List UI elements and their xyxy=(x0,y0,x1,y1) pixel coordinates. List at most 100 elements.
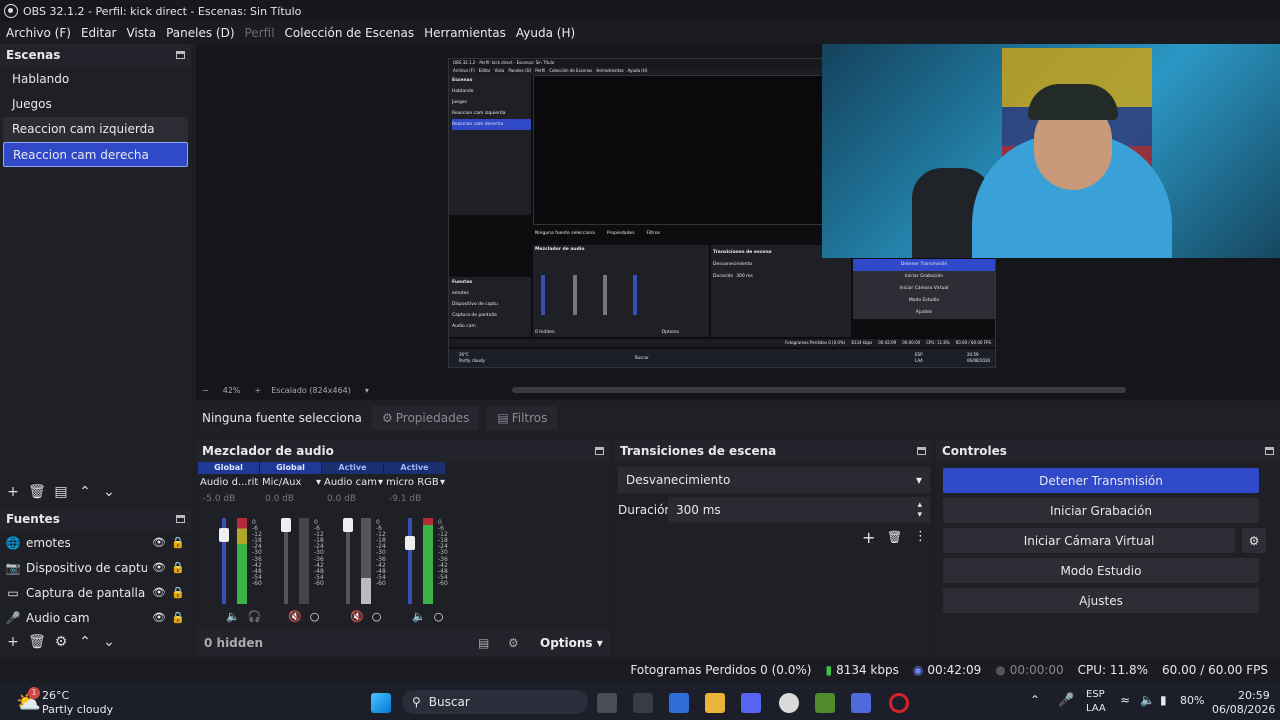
layout-icon[interactable]: ▤ xyxy=(478,636,489,650)
trash-icon[interactable]: 🗑 xyxy=(887,530,902,544)
roblox-icon[interactable] xyxy=(851,693,871,713)
add-icon[interactable]: + xyxy=(6,484,20,500)
eye-icon[interactable]: 👁 xyxy=(152,536,166,550)
task-view-icon[interactable] xyxy=(597,693,617,713)
scene-item-selected[interactable]: Reaccion cam derecha xyxy=(3,142,188,167)
chevron-down-icon[interactable]: ▾ xyxy=(365,386,369,395)
channel-name-row[interactable]: Audio cam ▾ xyxy=(322,477,383,488)
duration-input[interactable]: 300 ms ▴ ▾ xyxy=(668,497,930,523)
source-item[interactable]: ▭ Captura de pantalla 👁 🔒 xyxy=(0,580,191,605)
menu-ayuda[interactable]: Ayuda (H) xyxy=(516,26,575,40)
lock-icon[interactable]: 🔒 xyxy=(171,561,185,575)
speaker-icon[interactable]: 🔈 xyxy=(412,610,426,623)
menu-coleccion[interactable]: Colección de Escenas xyxy=(285,26,415,40)
monitor-off-icon[interactable]: ○ xyxy=(310,610,320,623)
clock-date[interactable]: 06/08/2026 xyxy=(1212,703,1275,716)
zoom-out-icon[interactable]: − xyxy=(202,386,209,395)
transition-select[interactable]: Desvanecimiento ▾ xyxy=(618,467,930,493)
chevron-down-icon[interactable]: ⌄ xyxy=(102,484,116,500)
scene-item[interactable]: Reaccion cam izquierda xyxy=(3,117,188,142)
undock-icon[interactable] xyxy=(176,515,185,523)
inner-lang2: LAA xyxy=(915,358,923,363)
add-icon[interactable]: + xyxy=(6,634,20,650)
preview-canvas[interactable]: OBS 32.1.2 - Perfil: kick direct - Escen… xyxy=(196,44,1280,400)
chevron-up-icon[interactable]: ⌃ xyxy=(78,634,92,650)
menu-archivo[interactable]: Archivo (F) xyxy=(6,26,71,40)
monitor-off-icon[interactable]: ○ xyxy=(434,610,444,623)
language-layout[interactable]: LAA xyxy=(1086,703,1106,714)
slider-knob[interactable] xyxy=(281,518,291,532)
obs-app-icon[interactable] xyxy=(633,693,653,713)
volume-icon[interactable]: 🔈 xyxy=(1140,693,1155,707)
menu-vista[interactable]: Vista xyxy=(126,26,156,40)
mixer-footer: 0 hidden ▤ ⚙ Options ▾ xyxy=(196,630,610,656)
trash-icon[interactable]: 🗑 xyxy=(28,484,46,500)
microphone-icon[interactable]: 🎤 xyxy=(1058,693,1074,708)
options-button[interactable]: Options ▾ xyxy=(540,636,603,650)
start-virtual-camera-button[interactable]: Iniciar Cámara Virtual xyxy=(943,528,1235,553)
spinner-icon[interactable]: ▴ ▾ xyxy=(917,500,922,520)
undock-icon[interactable] xyxy=(595,447,604,455)
muted-speaker-icon[interactable]: 🔇 xyxy=(350,610,364,623)
source-item[interactable]: 🎤 Audio cam 👁 🔒 xyxy=(0,605,191,630)
source-item[interactable]: 📷 Dispositivo de captu 👁 🔒 xyxy=(0,555,191,580)
menu-perfil[interactable]: Perfil xyxy=(245,26,275,40)
scene-item[interactable]: Hablando xyxy=(3,67,188,92)
channel-name-row[interactable]: Audio d...ritorio▾ xyxy=(198,477,259,488)
clock-time[interactable]: 20:59 xyxy=(1238,689,1270,702)
trash-icon[interactable]: 🗑 xyxy=(28,634,46,650)
horizontal-scrollbar[interactable] xyxy=(512,387,1126,393)
filter-icon[interactable]: ▤ xyxy=(54,484,68,500)
lock-icon[interactable]: 🔒 xyxy=(171,611,185,625)
chevron-up-icon[interactable]: ⌃ xyxy=(1030,693,1040,707)
slider-knob[interactable] xyxy=(343,518,353,532)
editor-app-icon[interactable] xyxy=(669,693,689,713)
battery-icon[interactable]: ▮ xyxy=(1160,693,1167,707)
minecraft-icon[interactable] xyxy=(815,693,835,713)
volume-slider[interactable] xyxy=(408,518,412,604)
menu-herramientas[interactable]: Herramientas xyxy=(424,26,506,40)
slider-knob[interactable] xyxy=(219,528,229,543)
muted-speaker-icon[interactable]: 🔇 xyxy=(288,610,302,623)
eye-icon[interactable]: 👁 xyxy=(152,561,166,575)
lock-icon[interactable]: 🔒 xyxy=(171,586,185,600)
scene-item[interactable]: Juegos xyxy=(3,92,188,117)
search-box[interactable]: ⚲ Buscar xyxy=(402,690,588,714)
windows-start-icon[interactable] xyxy=(371,693,391,713)
lock-icon[interactable]: 🔒 xyxy=(171,536,185,550)
filters-button[interactable]: ▤ Filtros xyxy=(487,406,558,430)
gear-icon[interactable]: ⚙ xyxy=(54,634,68,650)
settings-button[interactable]: Ajustes xyxy=(943,588,1259,613)
discord-icon[interactable] xyxy=(741,693,761,713)
zoom-in-icon[interactable]: + xyxy=(254,386,261,395)
chevron-down-icon[interactable]: ⌄ xyxy=(102,634,116,650)
channel-name-row[interactable]: micro RGB ▾ xyxy=(384,477,445,488)
menu-paneles[interactable]: Paneles (D) xyxy=(166,26,234,40)
eye-icon[interactable]: 👁 xyxy=(152,586,166,600)
wifi-icon[interactable]: ≈ xyxy=(1120,693,1130,707)
eye-icon[interactable]: 👁 xyxy=(152,611,166,625)
gear-icon[interactable]: ⚙ xyxy=(508,636,519,650)
opera-icon[interactable] xyxy=(889,693,909,713)
undock-icon[interactable] xyxy=(917,447,926,455)
speaker-icon[interactable]: 🔈 xyxy=(226,610,240,623)
stop-stream-button[interactable]: Detener Transmisión xyxy=(943,468,1259,493)
chrome-icon[interactable] xyxy=(779,693,799,713)
source-item[interactable]: 🌐 emotes 👁 🔒 xyxy=(0,530,191,555)
channel-name-row[interactable]: Mic/Aux ▾ xyxy=(260,477,321,488)
properties-button[interactable]: ⚙ Propiedades xyxy=(372,406,480,430)
monitor-off-icon[interactable]: ○ xyxy=(372,610,382,623)
virtual-camera-settings-button[interactable]: ⚙ xyxy=(1242,528,1266,553)
slider-knob[interactable] xyxy=(405,536,415,550)
undock-icon[interactable] xyxy=(176,51,185,59)
undock-icon[interactable] xyxy=(1265,447,1274,455)
more-vertical-icon[interactable]: ⋮ xyxy=(914,529,927,544)
start-recording-button[interactable]: Iniciar Grabación xyxy=(943,498,1259,523)
folder-icon[interactable] xyxy=(705,693,725,713)
menu-editar[interactable]: Editar xyxy=(81,26,117,40)
channel-db: 0.0 dB xyxy=(265,494,295,504)
chevron-up-icon[interactable]: ⌃ xyxy=(78,484,92,500)
language-code[interactable]: ESP xyxy=(1086,689,1105,700)
studio-mode-button[interactable]: Modo Estudio xyxy=(943,558,1259,583)
add-icon[interactable]: + xyxy=(862,528,875,547)
